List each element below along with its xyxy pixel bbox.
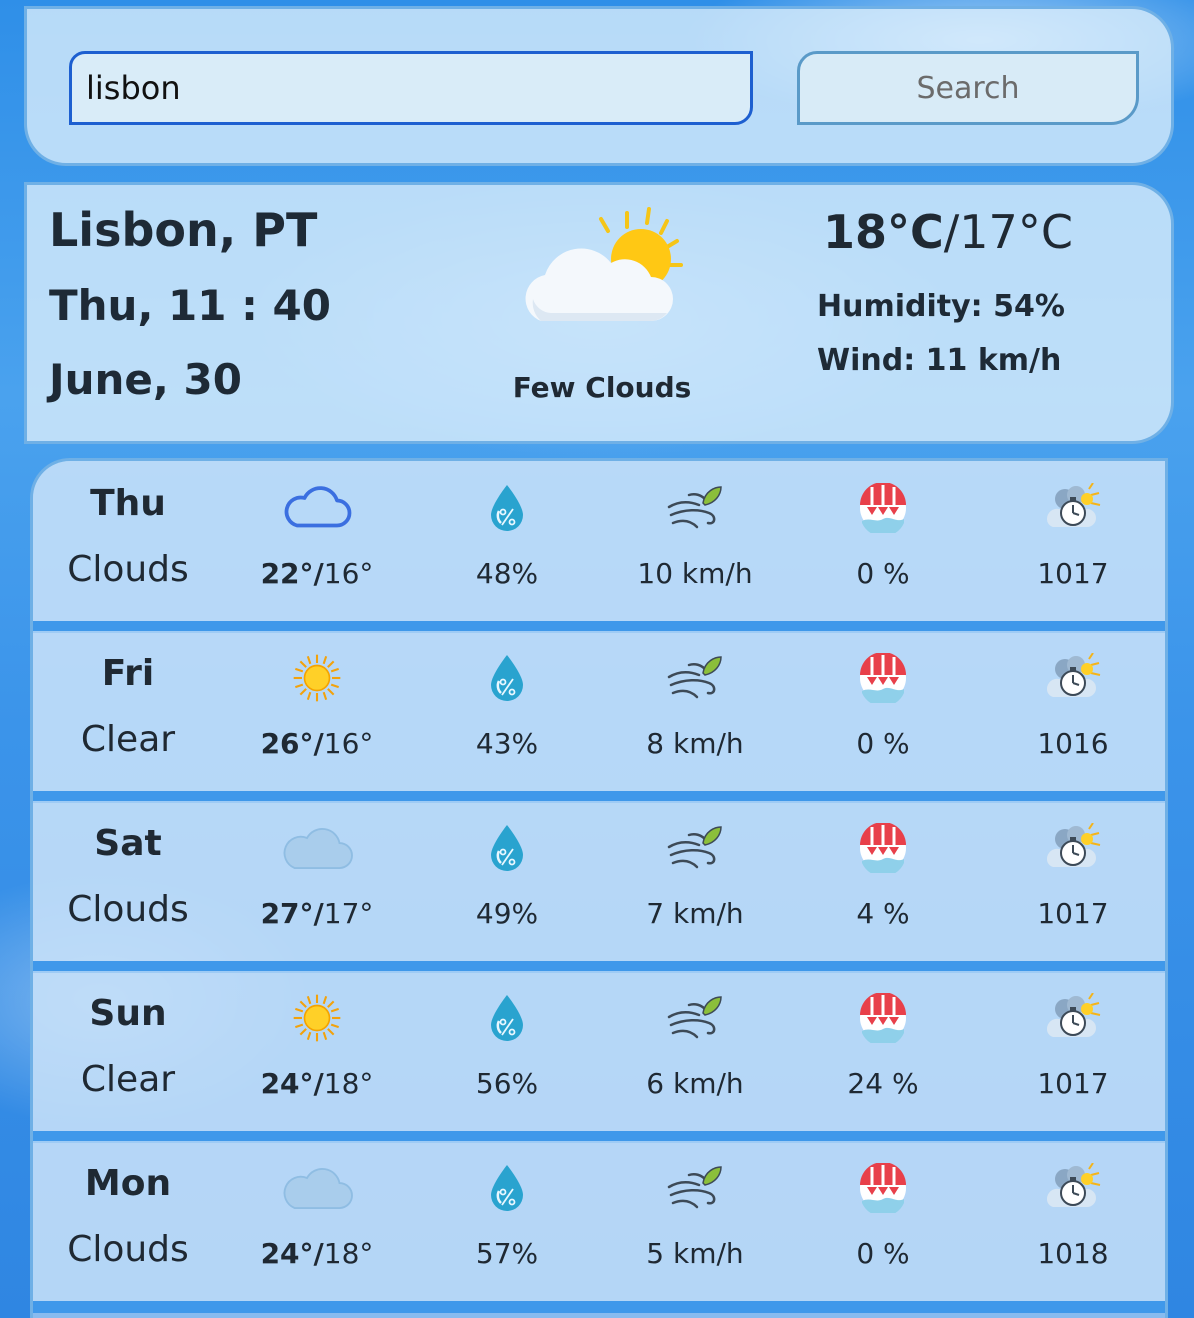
humidity-drop-icon (467, 1163, 547, 1213)
forecast-wind: 10 km/h (637, 557, 753, 590)
temp-separator: / (313, 727, 324, 760)
forecast-humidity: 48% (475, 557, 539, 590)
forecast-condition: Clear (80, 719, 176, 760)
precipitation-icon (843, 993, 923, 1043)
current-date: June, 30 (49, 355, 242, 404)
forecast-precipitation: 0 % (856, 557, 910, 590)
forecast-pressure: 1017 (1037, 897, 1109, 930)
forecast-condition: Clouds (67, 549, 189, 590)
forecast-row: Mon Clouds 24°/18° 57% 5 km/h 0 % 1018 (33, 1141, 1165, 1313)
search-button[interactable]: Search (797, 51, 1139, 125)
forecast-pressure: 1018 (1037, 1237, 1109, 1270)
forecast-wind: 7 km/h (646, 897, 744, 930)
forecast-condition: Clear (80, 1059, 176, 1100)
forecast-wind: 6 km/h (646, 1067, 744, 1100)
forecast-humidity: 56% (475, 1067, 539, 1100)
wind-icon (655, 653, 735, 703)
forecast-day: Thu (90, 483, 166, 524)
forecast-day: Sun (89, 993, 167, 1034)
forecast-day: Sat (94, 823, 162, 864)
precipitation-icon (843, 483, 923, 533)
forecast-high: 24° (260, 1237, 314, 1270)
forecast-day: Fri (101, 653, 155, 694)
precipitation-icon (843, 653, 923, 703)
humidity-drop-icon (467, 483, 547, 533)
forecast-low: 18° (323, 1237, 374, 1270)
pressure-icon (1033, 483, 1113, 533)
few-clouds-icon (511, 203, 691, 333)
city-name: Lisbon, PT (49, 203, 318, 257)
temp-separator: / (943, 205, 960, 259)
wind-icon (655, 993, 735, 1043)
temp-separator: / (313, 1237, 324, 1270)
cloud-outline-icon (277, 483, 357, 533)
forecast-high: 26° (260, 727, 314, 760)
weather-description: Few Clouds (512, 371, 692, 404)
forecast-temp: 27°/17° (217, 897, 417, 930)
forecast-temp: 24°/18° (217, 1067, 417, 1100)
forecast-temp: 26°/16° (217, 727, 417, 760)
pressure-icon (1033, 993, 1113, 1043)
forecast-day: Mon (84, 1163, 172, 1204)
forecast-low: 18° (323, 1067, 374, 1100)
temp-high: 18°C (823, 205, 944, 259)
forecast-low: 17° (323, 897, 374, 930)
current-humidity: Humidity: 54% (817, 289, 1065, 324)
wind-icon (655, 823, 735, 873)
pressure-icon (1033, 1163, 1113, 1213)
humidity-drop-icon (467, 653, 547, 703)
forecast-humidity: 43% (475, 727, 539, 760)
temp-separator: / (313, 897, 324, 930)
forecast-condition: Clouds (67, 1229, 189, 1270)
forecast-pressure: 1017 (1037, 557, 1109, 590)
temp-separator: / (313, 1067, 324, 1100)
forecast-low: 16° (323, 727, 374, 760)
forecast-humidity: 57% (475, 1237, 539, 1270)
search-input[interactable] (69, 51, 753, 125)
wind-icon (655, 483, 735, 533)
current-time: Thu, 11 : 40 (49, 281, 331, 330)
forecast-temp: 22°/16° (217, 557, 417, 590)
search-panel: Search (24, 6, 1174, 166)
pressure-icon (1033, 653, 1113, 703)
forecast-high: 27° (260, 897, 314, 930)
forecast-list: Thu Clouds 22°/16° 48% 10 km/h 0 % 1017 … (30, 458, 1168, 1318)
forecast-high: 22° (260, 557, 314, 590)
forecast-row: Sun Clear 24°/18° 56% 6 km/h 24 % 1017 (33, 971, 1165, 1143)
sun-icon (277, 653, 357, 703)
current-temperature: 18°C/17°C (823, 205, 1073, 259)
forecast-wind: 5 km/h (646, 1237, 744, 1270)
forecast-condition: Clouds (67, 889, 189, 930)
current-weather-panel: Lisbon, PT Thu, 11 : 40 June, 30 Few Clo… (24, 182, 1174, 444)
cloud-icon (277, 823, 357, 873)
forecast-high: 24° (260, 1067, 314, 1100)
humidity-drop-icon (467, 823, 547, 873)
forecast-humidity: 49% (475, 897, 539, 930)
current-wind: Wind: 11 km/h (817, 343, 1062, 378)
forecast-precipitation: 24 % (847, 1067, 919, 1100)
forecast-row: Sat Clouds 27°/17° 49% 7 km/h 4 % 1017 (33, 801, 1165, 973)
pressure-icon (1033, 823, 1113, 873)
cloud-icon (277, 1163, 357, 1213)
forecast-temp: 24°/18° (217, 1237, 417, 1270)
forecast-precipitation: 4 % (856, 897, 910, 930)
forecast-precipitation: 0 % (856, 1237, 910, 1270)
sun-icon (277, 993, 357, 1043)
forecast-low: 16° (323, 557, 374, 590)
wind-icon (655, 1163, 735, 1213)
precipitation-icon (843, 1163, 923, 1213)
forecast-row: Thu Clouds 22°/16° 48% 10 km/h 0 % 1017 (33, 461, 1165, 633)
humidity-drop-icon (467, 993, 547, 1043)
forecast-pressure: 1016 (1037, 727, 1109, 760)
forecast-precipitation: 0 % (856, 727, 910, 760)
precipitation-icon (843, 823, 923, 873)
temp-low: 17°C (959, 205, 1073, 259)
forecast-row: Fri Clear 26°/16° 43% 8 km/h 0 % 1016 (33, 631, 1165, 803)
temp-separator: / (313, 557, 324, 590)
forecast-wind: 8 km/h (646, 727, 744, 760)
forecast-pressure: 1017 (1037, 1067, 1109, 1100)
